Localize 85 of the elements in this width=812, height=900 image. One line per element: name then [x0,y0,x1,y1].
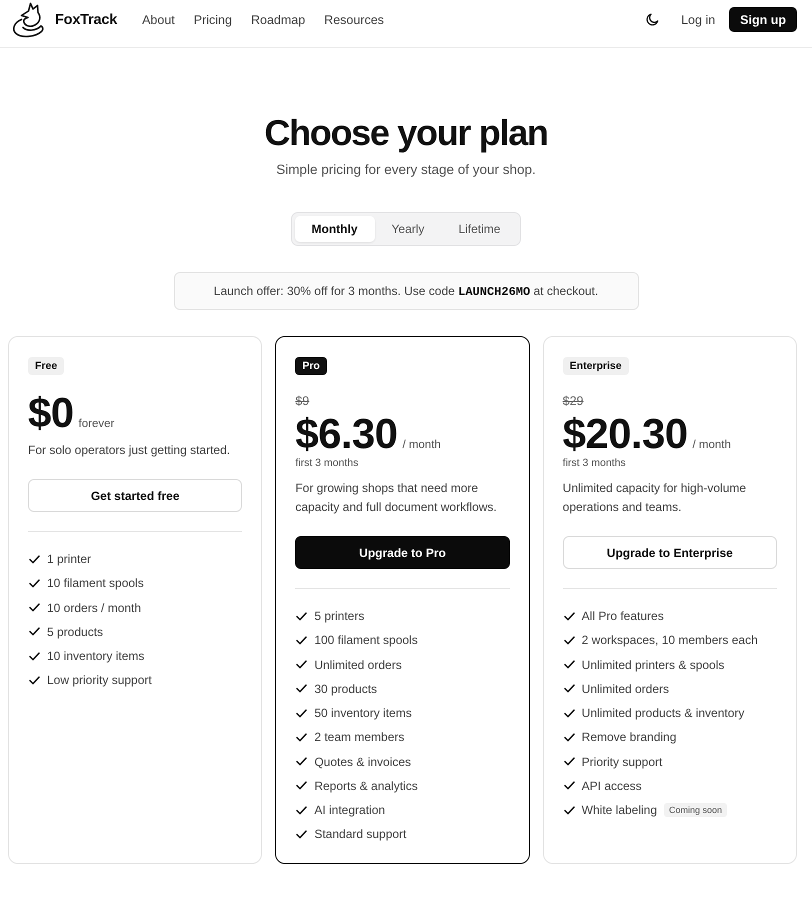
check-icon [564,806,575,815]
check-icon [296,708,308,718]
feature-text: 50 inventory items [314,706,412,720]
plan-description: For solo operators just getting started. [28,442,230,459]
check-icon [29,578,40,588]
billing-tab[interactable]: Monthly [294,216,375,242]
feature-text: All Pro features [582,609,664,624]
price: $0 [28,392,74,434]
plan-description: Unlimited capacity for high-volume operations and teams. [562,480,748,516]
brand-name[interactable]: FoxTrack [55,12,118,28]
original-price: $9 [295,393,310,409]
plan-cta-button[interactable]: Get started free [28,479,242,512]
price-period: / month [692,439,731,451]
check-icon [564,708,575,718]
feature-tag: Coming soon [664,803,728,818]
nav-link[interactable]: Roadmap [250,12,306,26]
feature-text: Unlimited orders [314,658,402,672]
page-subtitle: Simple pricing for every stage of your shop. [276,161,536,179]
feature-text: Reports & analytics [314,778,418,793]
feature-text: 100 filament spools [314,633,418,648]
feature-text: 5 printers [314,609,364,624]
check-icon [296,660,308,670]
feature-text: Priority support [582,754,662,769]
nav-link[interactable]: Resources [324,12,384,26]
billing-tab[interactable]: Lifetime [441,216,518,242]
check-icon [564,732,575,742]
check-icon [29,627,40,636]
plan-cta-button[interactable]: Upgrade to Enterprise [562,536,777,569]
feature-text: 10 filament spools [47,576,144,590]
check-icon [296,830,308,839]
check-icon [29,676,40,685]
check-icon [296,781,308,790]
price: $6.30 [295,413,398,455]
moon-icon[interactable] [646,13,660,26]
check-icon [296,732,308,742]
original-price: $29 [562,393,584,409]
nav-link[interactable]: About [142,12,175,26]
page-title: Choose your plan [264,111,548,155]
check-icon [29,652,40,661]
feature-text: 10 inventory items [47,649,144,664]
price-period: / month [402,439,441,451]
check-icon [29,554,40,564]
check-icon [296,684,308,694]
promo-text: Launch offer: 30% off for 3 months. Use code LAUNCH26MO at checkout. [214,284,598,298]
billing-tab[interactable]: Yearly [374,216,442,242]
plan-badge: Enterprise [562,357,629,375]
plan-cta-button[interactable]: Upgrade to Pro [295,536,510,569]
feature-text: 10 orders / month [47,600,142,615]
price-period: forever [78,418,114,430]
check-icon [564,781,575,790]
check-icon [296,636,308,645]
feature-text: API access [582,778,642,793]
check-icon [564,612,575,621]
signup-button[interactable]: Sign up [729,7,797,32]
feature-text: Unlimited orders [582,682,670,696]
feature-text: Unlimited products & inventory [582,706,744,720]
feature-text: Remove branding [582,730,676,744]
check-icon [296,612,308,621]
check-icon [296,806,308,815]
feature-text: 1 printer [47,552,92,566]
check-icon [564,660,575,670]
feature-text: 30 products [314,682,378,696]
feature-text: Quotes & invoices [314,754,412,769]
feature-text: 5 products [47,624,104,639]
login-link[interactable]: Log in [681,12,716,26]
check-icon [296,757,308,766]
plan-description: For growing shops that need more capacity and full document workflows. [295,480,498,516]
feature-text: White labeling [582,803,658,818]
price: $20.30 [562,413,688,455]
feature-text: AI integration [314,803,386,818]
check-icon [564,757,575,766]
check-icon [29,603,40,612]
feature-text: Unlimited printers & spools [582,658,724,672]
price-note: first 3 months [562,456,626,470]
check-icon [564,684,575,694]
logo-icon[interactable] [10,2,44,38]
nav-link[interactable]: Pricing [194,12,232,26]
check-icon [564,636,575,645]
plan-badge: Free [28,357,64,375]
feature-text: Standard support [314,827,406,842]
feature-text: Low priority support [47,673,152,688]
feature-text: 2 workspaces, 10 members each [582,633,758,648]
plan-badge: Pro [295,357,327,375]
feature-text: 2 team members [314,730,404,744]
price-note: first 3 months [295,456,358,470]
